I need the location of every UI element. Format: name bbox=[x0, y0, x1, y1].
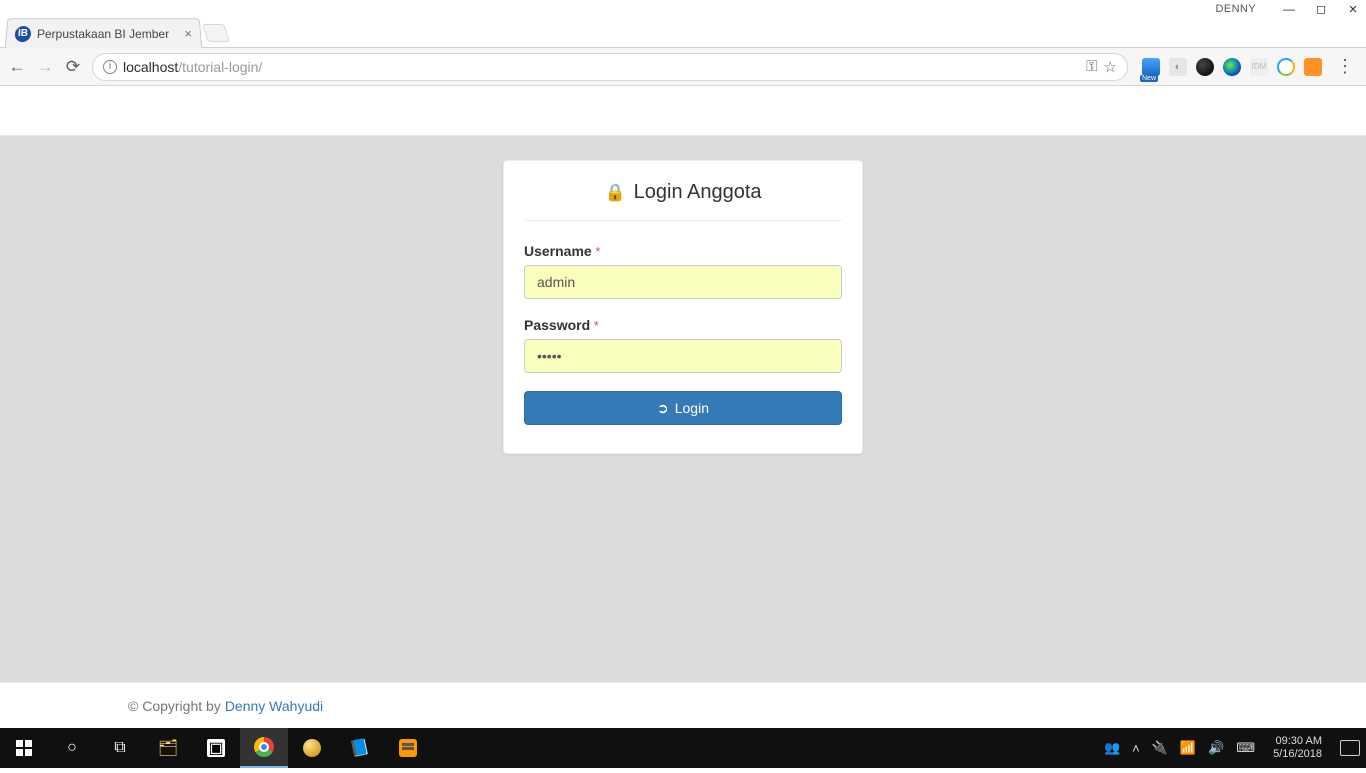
chrome-profile-name[interactable]: DENNY bbox=[1215, 3, 1256, 15]
minimize-icon[interactable]: — bbox=[1282, 2, 1296, 16]
login-button[interactable]: Login bbox=[524, 391, 842, 425]
panel-title-text: Login Anggota bbox=[634, 181, 762, 204]
saved-password-key-icon[interactable]: ⚿ bbox=[1086, 58, 1097, 75]
app-gold-icon[interactable] bbox=[288, 728, 336, 768]
tab-favicon: IB bbox=[14, 26, 31, 42]
tray-chevron-icon[interactable]: ˄ bbox=[1132, 741, 1140, 756]
start-button[interactable] bbox=[0, 728, 48, 768]
clock-time: 09:30 AM bbox=[1273, 735, 1322, 748]
url-host: localhost bbox=[123, 59, 178, 75]
app-book-icon[interactable]: 📘 bbox=[332, 723, 387, 772]
site-info-icon[interactable]: i bbox=[103, 60, 117, 74]
username-input[interactable] bbox=[524, 265, 842, 299]
lock-icon: 🔒 bbox=[604, 183, 625, 203]
taskbar: ○ ⧉ 🗂 ▣ 📘 👥 ˄ 🔌 📶 🔊 ⌨ 09:30 AM 5/16/2018 bbox=[0, 728, 1366, 768]
extension-rainbow-icon[interactable] bbox=[1223, 58, 1241, 76]
store-icon[interactable]: ▣ bbox=[192, 728, 240, 768]
extension-idm-icon[interactable]: IDM bbox=[1250, 58, 1268, 76]
taskview-icon[interactable]: ⧉ bbox=[96, 728, 144, 768]
page-footer: © Copyright by Denny Wahyudi bbox=[0, 682, 1366, 728]
chrome-taskbar-icon[interactable] bbox=[240, 728, 288, 768]
toolbar: ← → ⟳ i localhost/tutorial-login/ ⚿ ☆ ◐ … bbox=[0, 48, 1366, 86]
forward-icon[interactable]: → bbox=[36, 58, 54, 76]
login-panel: 🔒 Login Anggota Username * Password * Lo… bbox=[503, 160, 863, 454]
power-icon[interactable]: 🔌 bbox=[1152, 740, 1168, 756]
address-bar[interactable]: i localhost/tutorial-login/ ⚿ ☆ bbox=[92, 53, 1128, 81]
reload-icon[interactable]: ⟳ bbox=[64, 58, 82, 76]
extension-donut-icon[interactable] bbox=[1277, 58, 1295, 76]
window-controls: DENNY — ◻ × bbox=[0, 0, 1366, 18]
sublime-icon[interactable] bbox=[384, 728, 432, 768]
tab-close-icon[interactable]: × bbox=[184, 26, 193, 41]
clock-date: 5/16/2018 bbox=[1273, 748, 1322, 761]
username-label: Username bbox=[524, 243, 592, 259]
system-tray: 👥 ˄ 🔌 📶 🔊 ⌨ 09:30 AM 5/16/2018 bbox=[1104, 735, 1366, 760]
browser-tab[interactable]: IB Perpustakaan BI Jember × bbox=[5, 18, 203, 48]
login-button-label: Login bbox=[675, 400, 709, 416]
extension-grey-icon[interactable]: ◐ bbox=[1169, 58, 1187, 76]
bookmark-star-icon[interactable]: ☆ bbox=[1104, 58, 1117, 76]
page-topbar bbox=[0, 86, 1366, 136]
chrome-menu-icon[interactable]: ⋮ bbox=[1332, 56, 1358, 77]
required-mark: * bbox=[595, 244, 600, 259]
people-icon[interactable]: 👥 bbox=[1104, 740, 1120, 756]
extension-screencast-icon[interactable] bbox=[1142, 58, 1160, 76]
file-explorer-icon[interactable]: 🗂 bbox=[144, 728, 192, 768]
footer-prefix: © Copyright by bbox=[128, 698, 221, 714]
extension-orange-icon[interactable] bbox=[1304, 58, 1322, 76]
url-path: /tutorial-login/ bbox=[178, 59, 262, 75]
page-viewport: 🔒 Login Anggota Username * Password * Lo… bbox=[0, 86, 1366, 728]
taskbar-clock[interactable]: 09:30 AM 5/16/2018 bbox=[1267, 735, 1328, 760]
cortana-icon[interactable]: ○ bbox=[48, 728, 96, 768]
extensions: ◐ IDM bbox=[1142, 58, 1322, 76]
tab-strip: IB Perpustakaan BI Jember × bbox=[0, 18, 1366, 48]
new-tab-button[interactable] bbox=[202, 24, 230, 42]
close-icon[interactable]: × bbox=[1346, 1, 1360, 18]
password-label: Password bbox=[524, 317, 590, 333]
wifi-icon[interactable]: 📶 bbox=[1180, 740, 1196, 756]
panel-title: 🔒 Login Anggota bbox=[524, 181, 842, 221]
required-mark: * bbox=[594, 318, 599, 333]
username-group: Username * bbox=[524, 243, 842, 299]
action-center-icon[interactable] bbox=[1340, 740, 1360, 756]
extension-dark-icon[interactable] bbox=[1196, 58, 1214, 76]
footer-author-link[interactable]: Denny Wahyudi bbox=[225, 698, 323, 714]
signin-icon bbox=[657, 400, 669, 417]
keyboard-icon[interactable]: ⌨ bbox=[1236, 740, 1255, 756]
volume-icon[interactable]: 🔊 bbox=[1208, 740, 1224, 756]
password-group: Password * bbox=[524, 317, 842, 373]
tab-title: Perpustakaan BI Jember bbox=[37, 27, 179, 41]
url-text: localhost/tutorial-login/ bbox=[123, 59, 262, 75]
password-input[interactable] bbox=[524, 339, 842, 373]
maximize-icon[interactable]: ◻ bbox=[1314, 2, 1328, 16]
back-icon[interactable]: ← bbox=[8, 58, 26, 76]
page-body: 🔒 Login Anggota Username * Password * Lo… bbox=[0, 136, 1366, 682]
